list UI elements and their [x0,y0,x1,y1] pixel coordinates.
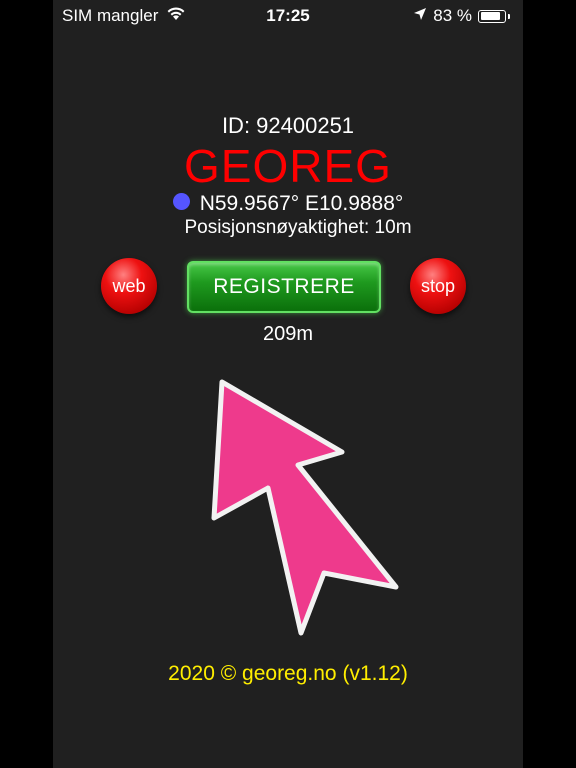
accuracy-text: Posisjonsnøyaktighet: 10m [184,217,412,238]
battery-percent: 83 % [433,6,472,25]
distance-text: 209m [262,323,314,345]
status-bar: SIM mangler 17:25 83 % [0,0,576,30]
register-button[interactable]: REGISTRERE [187,261,381,313]
gps-status-dot-icon [172,192,190,210]
status-right: 83 % [413,6,510,26]
register-button-label: REGISTRERE [213,275,355,298]
stop-button-label: stop [420,275,456,296]
coordinates-text: N59.9567° E10.9888° [199,192,404,215]
location-arrow-icon [413,6,427,26]
direction-arrow-icon [200,370,410,650]
device-id: ID: 92400251 [221,113,355,138]
battery-fill [480,12,500,20]
stop-button[interactable]: stop [410,258,466,314]
app-title: GEOREG [184,140,392,192]
battery-icon [478,9,506,23]
web-button-label: web [112,275,146,296]
coordinates-row: N59.9567° E10.9888° [0,192,576,216]
battery-tip [508,13,510,19]
footer-copyright: 2020 © georeg.no (v1.12) [168,662,408,685]
web-button[interactable]: web [101,258,157,314]
